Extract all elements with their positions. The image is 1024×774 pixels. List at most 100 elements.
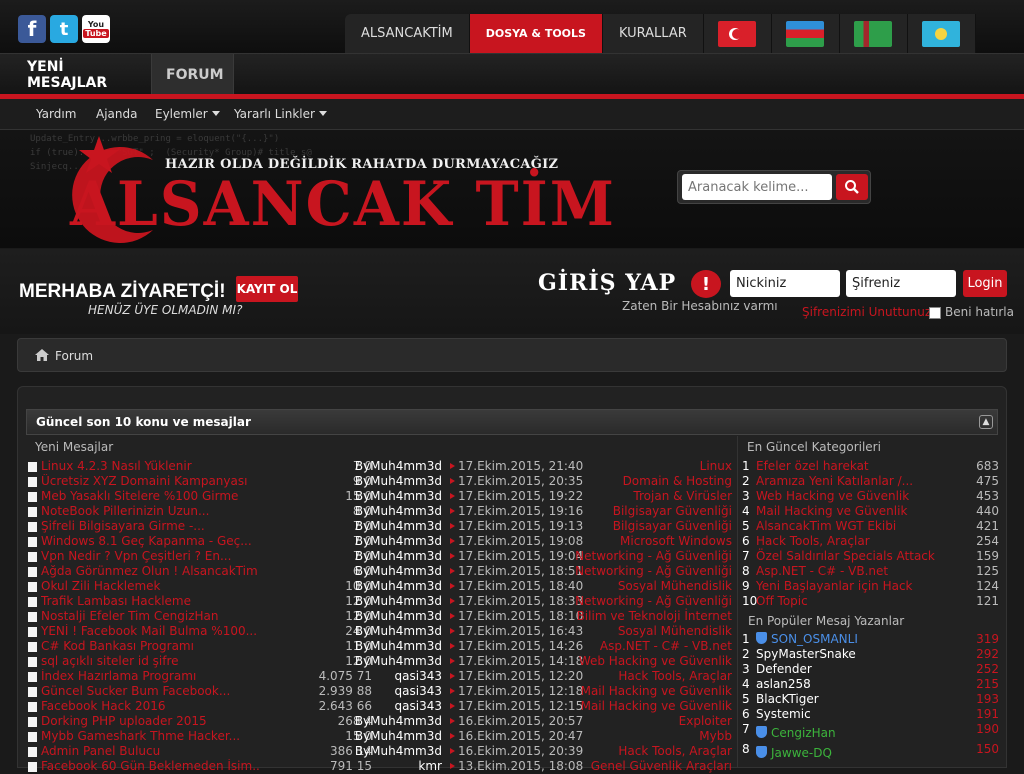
breadcrumb-forum[interactable]: Forum — [55, 349, 93, 363]
topic-title[interactable]: Okul Zili Hacklemek — [41, 579, 261, 593]
category-name[interactable]: AlsancakTim WGT Ekibi — [756, 519, 896, 533]
register-button[interactable]: KAYIT OL — [236, 276, 298, 302]
topic-user[interactable]: qasi343 — [326, 684, 442, 698]
forgot-password-link[interactable]: Şifrenizimi Unuttunuz? — [802, 305, 938, 319]
topic-title[interactable]: Ağda Görünmez Olun ! AlsancakTim — [41, 564, 261, 578]
topic-user[interactable]: ByMuh4mm3d — [326, 504, 442, 518]
search-input[interactable] — [682, 174, 832, 200]
topic-user[interactable]: ByMuh4mm3d — [326, 744, 442, 758]
turkey-flag-icon[interactable] — [704, 14, 772, 53]
topic-category[interactable]: Hack Tools, Araçlar — [618, 744, 732, 758]
youtube-icon[interactable]: You Tube — [82, 15, 110, 43]
topic-user[interactable]: ByMuh4mm3d — [326, 654, 442, 668]
topic-category[interactable]: Networking - Ağ Güvenliği — [575, 549, 732, 563]
topic-category[interactable]: Sosyal Mühendislik — [618, 624, 732, 638]
topic-title[interactable]: Meb Yasaklı Sitelere %100 Girme — [41, 489, 261, 503]
turkmenistan-flag-icon[interactable] — [840, 14, 908, 53]
password-field[interactable]: Şifreniz — [846, 270, 956, 297]
topic-category[interactable]: Trojan & Virüsler — [633, 489, 732, 503]
poster-name-wrap[interactable]: SpyMasterSnake — [756, 647, 856, 661]
search-button[interactable] — [836, 174, 868, 200]
topic-title[interactable]: Windows 8.1 Geç Kapanma - Geç... — [41, 534, 261, 548]
category-name[interactable]: Asp.NET - C# - VB.net — [756, 564, 888, 578]
poster-name-wrap[interactable]: Systemic — [756, 707, 811, 721]
category-name[interactable]: Off Topic — [756, 594, 808, 608]
topic-user[interactable]: ByMuh4mm3d — [326, 474, 442, 488]
topic-title[interactable]: Nostalji Efeler Tim CengizHan — [41, 609, 261, 623]
poster-name-wrap[interactable]: CengizHan — [756, 726, 836, 740]
collapse-icon[interactable]: ▲ — [979, 415, 993, 429]
topic-title[interactable]: Şifreli Bilgisayara Girme -... — [41, 519, 261, 533]
nav-item-dosya-tools[interactable]: DOSYA & TOOLS — [469, 14, 603, 53]
nav-item-alsancaktim[interactable]: ALSANCAKTİM — [345, 14, 470, 53]
azerbaijan-flag-icon[interactable] — [772, 14, 840, 53]
link-help[interactable]: Yardım — [36, 107, 76, 121]
topic-title[interactable]: Admin Panel Bulucu — [41, 744, 261, 758]
topic-title[interactable]: İndex Hazırlama Programı — [41, 669, 261, 683]
topic-user[interactable]: ByMuh4mm3d — [326, 579, 442, 593]
topic-user[interactable]: qasi343 — [326, 669, 442, 683]
topic-category[interactable]: Exploiter — [679, 714, 732, 728]
topic-category[interactable]: Linux — [700, 459, 732, 473]
topic-title[interactable]: Ücretsiz XYZ Domaini Kampanyası — [41, 474, 261, 488]
category-name[interactable]: Yeni Başlayanlar için Hack — [756, 579, 913, 593]
category-name[interactable]: Web Hacking ve Güvenlik — [756, 489, 909, 503]
topic-title[interactable]: Vpn Nedir ? Vpn Çeşitleri ? En... — [41, 549, 261, 563]
category-name[interactable]: Efeler özel harekat — [756, 459, 869, 473]
topic-category[interactable]: Hack Tools, Araçlar — [618, 669, 732, 683]
kazakhstan-flag-icon[interactable] — [908, 14, 976, 53]
topic-category[interactable]: Genel Güvenlik Araçları — [591, 759, 732, 773]
topic-user[interactable]: ByMuh4mm3d — [326, 564, 442, 578]
remember-checkbox[interactable] — [929, 307, 941, 319]
topic-category[interactable]: Domain & Hosting — [623, 474, 732, 488]
username-field[interactable]: Nickiniz — [730, 270, 840, 297]
topic-category[interactable]: Networking - Ağ Güvenliği — [575, 594, 732, 608]
login-button[interactable]: Login — [963, 270, 1007, 297]
topic-user[interactable]: ByMuh4mm3d — [326, 534, 442, 548]
topic-category[interactable]: Bilgisayar Güvenliği — [613, 504, 732, 518]
poster-name-wrap[interactable]: BlacKTiger — [756, 692, 819, 706]
category-name[interactable]: Mail Hacking ve Güvenlik — [756, 504, 907, 518]
topic-title[interactable]: Güncel Sucker Bum Facebook... — [41, 684, 261, 698]
topic-title[interactable]: C# Kod Bankası Programı — [41, 639, 261, 653]
tab-new-posts[interactable]: YENİ MESAJLAR — [13, 54, 152, 95]
topic-title[interactable]: NoteBook Pillerinizin Uzun... — [41, 504, 261, 518]
topic-user[interactable]: ByMuh4mm3d — [326, 459, 442, 473]
topic-user[interactable]: ByMuh4mm3d — [326, 489, 442, 503]
site-logo[interactable]: ALSANCAK TİM — [70, 168, 616, 239]
topic-user[interactable]: ByMuh4mm3d — [326, 549, 442, 563]
home-icon[interactable] — [35, 349, 49, 361]
topic-user[interactable]: ByMuh4mm3d — [326, 594, 442, 608]
topic-user[interactable]: ByMuh4mm3d — [326, 519, 442, 533]
topic-category[interactable]: Sosyal Mühendislik — [618, 579, 732, 593]
topic-title[interactable]: Linux 4.2.3 Nasıl Yüklenir — [41, 459, 261, 473]
topic-title[interactable]: sql açıklı siteler id şifre — [41, 654, 261, 668]
topic-category[interactable]: Bilim ve Teknoloji İnternet — [577, 609, 732, 623]
poster-name-wrap[interactable]: SON_OSMANLI — [756, 632, 858, 646]
topic-title[interactable]: Dorking PHP uploader 2015 — [41, 714, 261, 728]
nav-item-kurallar[interactable]: KURALLAR — [603, 14, 704, 53]
topic-category[interactable]: Bilgisayar Güvenliği — [613, 519, 732, 533]
topic-category[interactable]: Web Hacking ve Güvenlik — [579, 654, 732, 668]
poster-name-wrap[interactable]: Jawwe-DQ — [756, 746, 832, 760]
topic-category[interactable]: Mail Hacking ve Güvenlik — [581, 684, 732, 698]
topic-category[interactable]: Mail Hacking ve Güvenlik — [581, 699, 732, 713]
topic-user[interactable]: ByMuh4mm3d — [326, 609, 442, 623]
facebook-icon[interactable]: f — [18, 15, 46, 43]
topic-category[interactable]: Networking - Ağ Güvenliği — [575, 564, 732, 578]
category-name[interactable]: Hack Tools, Araçlar — [756, 534, 870, 548]
poster-name-wrap[interactable]: aslan258 — [756, 677, 811, 691]
category-name[interactable]: Aramıza Yeni Katılanlar /... — [756, 474, 913, 488]
topic-user[interactable]: kmr — [326, 759, 442, 773]
twitter-icon[interactable]: t — [50, 15, 78, 43]
topic-title[interactable]: Facebook 60 Gün Beklemeden İsim... — [41, 759, 261, 773]
topic-title[interactable]: Facebook Hack 2016 — [41, 699, 261, 713]
topic-title[interactable]: Trafik Lambası Hackleme — [41, 594, 261, 608]
topic-user[interactable]: ByMuh4mm3d — [326, 624, 442, 638]
link-actions[interactable]: Eylemler — [155, 107, 220, 121]
topic-category[interactable]: Mybb — [699, 729, 732, 743]
topic-user[interactable]: ByMuh4mm3d — [326, 729, 442, 743]
topic-title[interactable]: Mybb Gameshark Thme Hacker... — [41, 729, 261, 743]
topic-category[interactable]: Microsoft Windows — [620, 534, 732, 548]
tab-forum[interactable]: FORUM — [152, 54, 234, 95]
